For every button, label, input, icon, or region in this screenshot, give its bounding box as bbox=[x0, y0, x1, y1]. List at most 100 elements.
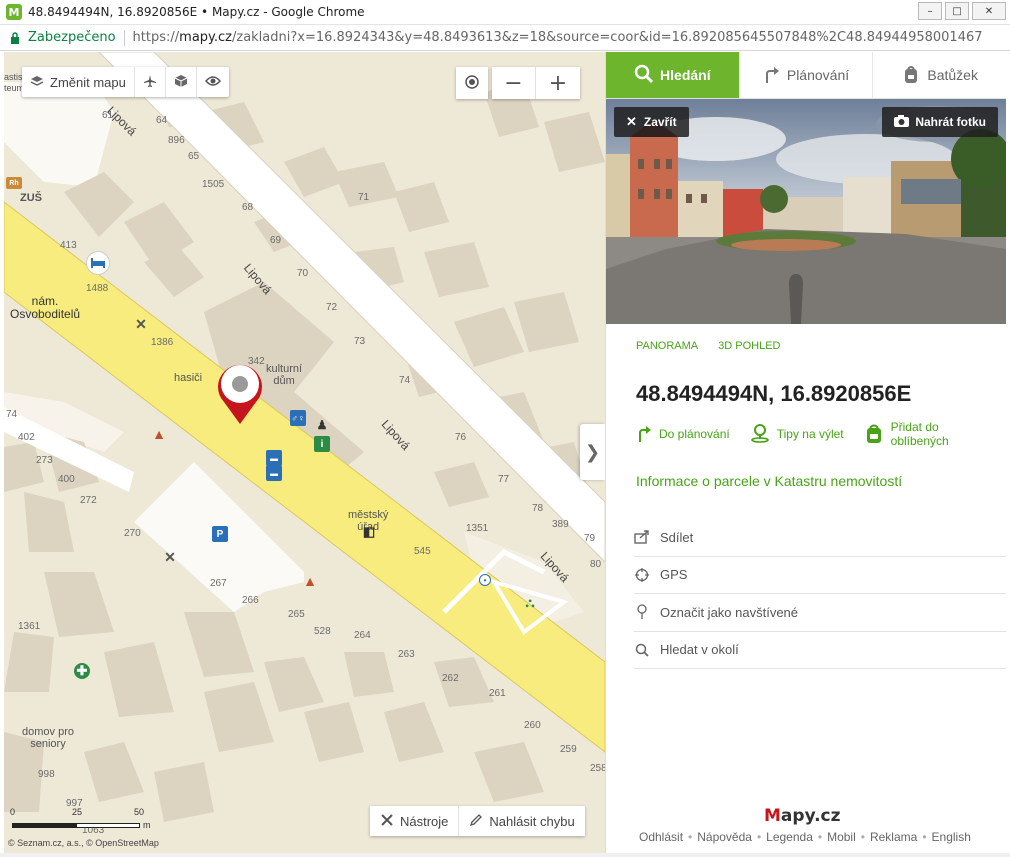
panorama-button[interactable] bbox=[197, 67, 229, 97]
scale-label-0: 0 bbox=[10, 807, 16, 817]
tools-button[interactable]: Nástroje bbox=[370, 806, 460, 836]
3d-view-link[interactable]: 3D POHLED bbox=[718, 340, 780, 352]
house-number: 528 bbox=[314, 626, 331, 637]
mapy-logo[interactable]: Mapy.cz bbox=[764, 806, 841, 826]
maximize-button[interactable]: □ bbox=[945, 2, 969, 20]
change-map-button[interactable]: Změnit mapu bbox=[22, 67, 135, 97]
pharmacy-icon[interactable]: ✚ bbox=[74, 663, 90, 679]
house-number: 259 bbox=[560, 744, 577, 755]
house-number: 342 bbox=[248, 356, 265, 367]
change-map-label: Změnit mapu bbox=[50, 74, 126, 90]
address-separator bbox=[123, 29, 125, 46]
footer-separator: • bbox=[817, 830, 823, 844]
map-canvas[interactable]: Lipová Lipová Lipová Lipová nám. Osvobod… bbox=[4, 52, 605, 853]
house-number: 263 bbox=[398, 649, 415, 660]
address-bar[interactable]: Zabezpečeno https://mapy.cz/zakladni?x=1… bbox=[0, 25, 1010, 51]
footer-legend[interactable]: Legenda bbox=[766, 830, 813, 844]
footer-separator: • bbox=[756, 830, 762, 844]
house-number: 65 bbox=[188, 151, 200, 162]
upload-photo-button[interactable]: Nahrát fotku bbox=[882, 107, 998, 137]
report-error-button[interactable]: Nahlásit chybu bbox=[459, 806, 584, 836]
add-to-planning-button[interactable]: Do plánování bbox=[636, 420, 730, 448]
url-text[interactable]: https://mapy.cz/zakladni?x=16.8924343&y=… bbox=[133, 30, 983, 45]
restaurant-icon[interactable]: ✕ bbox=[162, 549, 178, 565]
cadastre-link[interactable]: Informace o parcele v Katastru nemovitos… bbox=[636, 473, 902, 489]
school-icon[interactable]: Rh bbox=[6, 177, 22, 189]
collapse-panel-button[interactable]: ❯ bbox=[580, 424, 605, 480]
menu-search-nearby[interactable]: Hledat v okolí bbox=[634, 632, 1006, 669]
my-location-button[interactable] bbox=[456, 67, 488, 99]
map-toolbar: Změnit mapu bbox=[22, 67, 229, 97]
minimize-button[interactable]: – bbox=[918, 2, 942, 20]
menu-mark-visited[interactable]: Označit jako navštívené bbox=[634, 594, 1006, 632]
share-icon bbox=[634, 529, 650, 545]
close-panorama-button[interactable]: ✕ Zavřít bbox=[614, 107, 689, 137]
tab-planning[interactable]: Plánování bbox=[740, 52, 874, 98]
panorama-link[interactable]: PANORAMA bbox=[636, 340, 698, 352]
scale-bar: 0 25 50 m bbox=[10, 807, 151, 833]
playground-icon[interactable]: ⛬ bbox=[522, 595, 538, 611]
menu-share[interactable]: Sdílet bbox=[634, 519, 1006, 557]
backpack-icon bbox=[864, 422, 884, 447]
hotel-icon[interactable] bbox=[86, 251, 110, 275]
scale-unit: m bbox=[143, 820, 151, 830]
house-number: 389 bbox=[552, 519, 569, 530]
footer-help[interactable]: Nápověda bbox=[697, 830, 752, 844]
hotel-icon[interactable]: ▬ bbox=[266, 450, 282, 466]
tools-icon bbox=[380, 813, 394, 830]
house-number: 72 bbox=[326, 302, 338, 313]
zoom-out-button[interactable]: − bbox=[492, 67, 536, 99]
close-icon: ✕ bbox=[626, 114, 637, 129]
tab-search[interactable]: Hledání bbox=[606, 52, 740, 98]
hotel-icon[interactable]: ▬ bbox=[266, 465, 282, 481]
trip-tips-button[interactable]: Tipy na výlet bbox=[750, 420, 844, 448]
house-number: 258 bbox=[590, 763, 605, 774]
house-number: 998 bbox=[38, 769, 55, 780]
search-icon bbox=[634, 642, 650, 658]
footer-mobile[interactable]: Mobil bbox=[827, 830, 856, 844]
target-icon bbox=[464, 71, 480, 96]
house-number: 78 bbox=[532, 503, 544, 514]
tab-backpack[interactable]: Batůžek bbox=[873, 52, 1006, 98]
house-number: 262 bbox=[442, 673, 459, 684]
footer-english[interactable]: English bbox=[932, 830, 971, 844]
house-number: 71 bbox=[358, 192, 370, 203]
menu-gps[interactable]: GPS bbox=[634, 557, 1006, 594]
zoom-in-button[interactable]: + bbox=[536, 67, 580, 99]
house-number: 70 bbox=[297, 268, 309, 279]
house-number: 261 bbox=[489, 688, 506, 699]
tab-backpack-label: Batůžek bbox=[927, 67, 978, 83]
footer-logout[interactable]: Odhlásit bbox=[639, 830, 683, 844]
airplane-icon bbox=[143, 74, 157, 91]
eye-icon bbox=[204, 75, 221, 90]
lock-icon bbox=[8, 31, 22, 45]
house-number: 76 bbox=[455, 432, 467, 443]
view-links: PANORAMA 3D POHLED bbox=[636, 340, 781, 352]
close-panorama-label: Zavřít bbox=[643, 115, 677, 129]
house-number: 74 bbox=[399, 375, 411, 386]
info-icon[interactable]: i bbox=[314, 436, 330, 452]
house-number: 1488 bbox=[86, 283, 109, 294]
scale-segment-light bbox=[76, 823, 140, 828]
aerial-map-button[interactable] bbox=[135, 67, 166, 97]
map-copyright[interactable]: © Seznam.cz, a.s., © OpenStreetMap bbox=[8, 838, 159, 848]
toilets-icon[interactable]: ♂♀ bbox=[290, 410, 306, 426]
add-to-favorites-button[interactable]: Přidat do oblíbených bbox=[864, 420, 949, 448]
restaurant-icon[interactable]: ✕ bbox=[133, 316, 149, 332]
house-number: 267 bbox=[210, 578, 227, 589]
townhall-icon[interactable]: ◧ bbox=[361, 524, 377, 540]
house-number: 265 bbox=[288, 609, 305, 620]
tab-planning-label: Plánování bbox=[786, 67, 850, 83]
fire-station-icon[interactable]: ▲ bbox=[302, 573, 318, 589]
fire-station-icon[interactable]: ▲ bbox=[151, 426, 167, 442]
monument-icon[interactable]: ♟ bbox=[314, 417, 330, 433]
camera-icon bbox=[894, 114, 910, 130]
gps-icon bbox=[634, 567, 650, 583]
3d-map-button[interactable] bbox=[166, 67, 197, 97]
parking-icon[interactable]: P bbox=[212, 526, 228, 542]
route-icon bbox=[636, 423, 652, 446]
close-window-button[interactable]: ✕ bbox=[972, 2, 1006, 20]
viewpoint-icon[interactable]: • bbox=[479, 574, 491, 586]
footer-ads[interactable]: Reklama bbox=[870, 830, 917, 844]
panorama-photo[interactable]: ✕ Zavřít Nahrát fotku bbox=[606, 99, 1006, 324]
